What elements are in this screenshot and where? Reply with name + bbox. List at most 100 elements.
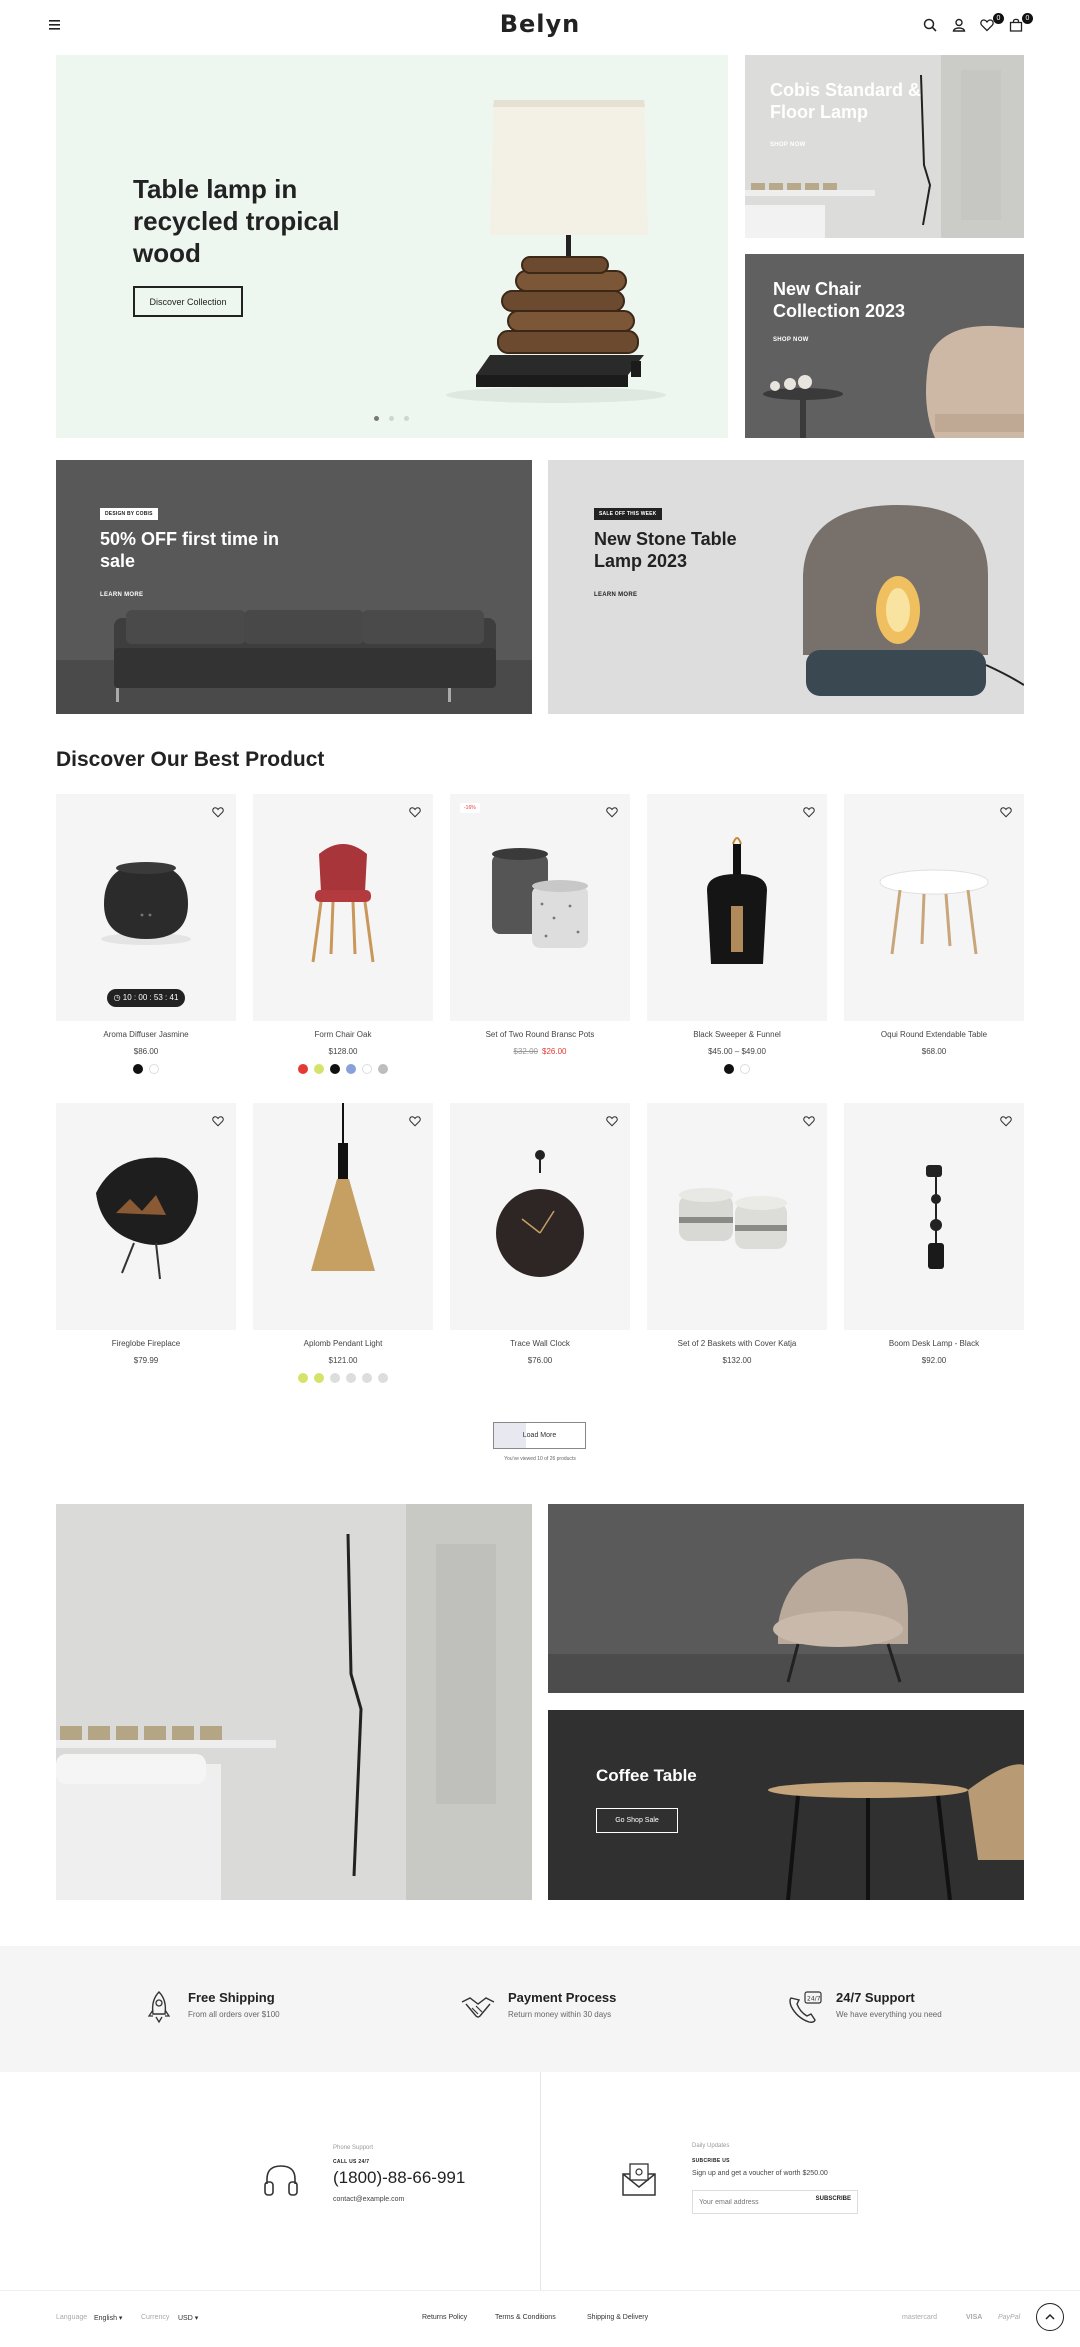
cart-icon[interactable]: 0 bbox=[1009, 13, 1033, 36]
sofa-image bbox=[56, 460, 532, 714]
product-card[interactable]: Aplomb Pendant Light $121.00 bbox=[253, 1103, 433, 1383]
product-card[interactable]: Oqui Round Extendable Table $68.00 bbox=[844, 794, 1024, 1056]
product-name[interactable]: Fireglobe Fireplace bbox=[56, 1339, 236, 1348]
promo-banner-stone-lamp[interactable]: SALE OFF THIS WEEK New Stone Table Lamp … bbox=[548, 460, 1024, 714]
product-price: $79.99 bbox=[133, 1356, 159, 1365]
color-swatch[interactable] bbox=[724, 1064, 734, 1074]
promo-title: New Stone Table Lamp 2023 bbox=[594, 529, 737, 571]
paypal-icon: PayPal bbox=[998, 2314, 1021, 2321]
product-name[interactable]: Aplomb Pendant Light bbox=[253, 1339, 433, 1348]
language-value: English bbox=[94, 2315, 117, 2322]
wishlist-icon[interactable]: 0 bbox=[980, 13, 1004, 36]
search-icon[interactable] bbox=[923, 18, 941, 36]
color-swatch[interactable] bbox=[346, 1064, 356, 1074]
color-swatch[interactable] bbox=[362, 1373, 372, 1383]
newsletter-email-input[interactable] bbox=[699, 2195, 809, 2209]
product-name[interactable]: Aroma Diffuser Jasmine bbox=[56, 1030, 236, 1039]
color-swatch[interactable] bbox=[330, 1064, 340, 1074]
site-logo[interactable]: Belyn bbox=[0, 10, 1080, 38]
color-swatch[interactable] bbox=[314, 1064, 324, 1074]
product-image[interactable] bbox=[844, 1103, 1024, 1330]
wishlist-heart-icon[interactable] bbox=[212, 806, 224, 818]
discover-collection-button[interactable]: Discover Collection bbox=[133, 286, 243, 317]
product-image[interactable] bbox=[450, 1103, 630, 1330]
slide-dot[interactable] bbox=[404, 416, 409, 421]
color-swatch[interactable] bbox=[346, 1373, 356, 1383]
color-swatch[interactable] bbox=[378, 1064, 388, 1074]
product-image[interactable] bbox=[253, 794, 433, 1021]
color-swatch[interactable] bbox=[149, 1064, 159, 1074]
wishlist-heart-icon[interactable] bbox=[212, 1115, 224, 1127]
contact-email[interactable]: contact@example.com bbox=[333, 2196, 404, 2203]
lookbook-floor-lamp[interactable] bbox=[56, 1504, 532, 1900]
color-swatch[interactable] bbox=[362, 1064, 372, 1074]
shop-now-link[interactable]: SHOP NOW bbox=[773, 337, 809, 343]
wishlist-heart-icon[interactable] bbox=[1000, 1115, 1012, 1127]
product-card[interactable]: Fireglobe Fireplace $79.99 bbox=[56, 1103, 236, 1365]
product-card[interactable]: Boom Desk Lamp - Black $92.00 bbox=[844, 1103, 1024, 1365]
product-card[interactable]: Form Chair Oak $128.00 bbox=[253, 794, 433, 1074]
phone-number[interactable]: (1800)-88-66-991 bbox=[333, 2168, 465, 2188]
product-image[interactable] bbox=[56, 1103, 236, 1330]
product-name[interactable]: Boom Desk Lamp - Black bbox=[844, 1339, 1024, 1348]
product-card[interactable]: Trace Wall Clock $76.00 bbox=[450, 1103, 630, 1365]
color-swatch[interactable] bbox=[330, 1373, 340, 1383]
color-swatch[interactable] bbox=[298, 1064, 308, 1074]
product-image[interactable] bbox=[253, 1103, 433, 1330]
product-card[interactable]: Set of 2 Baskets with Cover Katja $132.0… bbox=[647, 1103, 827, 1365]
go-shop-sale-button[interactable]: Go Shop Sale bbox=[596, 1808, 678, 1833]
footer-link-terms[interactable]: Terms & Conditions bbox=[495, 2314, 556, 2321]
subscribe-button[interactable]: SUBSCRIBE bbox=[816, 2196, 851, 2202]
footer-link-shipping[interactable]: Shipping & Delivery bbox=[587, 2314, 648, 2321]
color-swatch[interactable] bbox=[314, 1373, 324, 1383]
subscribe-text: Sign up and get a voucher of worth $250.… bbox=[692, 2170, 828, 2177]
account-icon[interactable] bbox=[952, 18, 970, 36]
product-card[interactable]: -16% Set of Two Round Bransc Pots $32.00… bbox=[450, 794, 630, 1056]
coffee-table-title: Coffee Table bbox=[596, 1766, 697, 1785]
product-image[interactable]: ◷ 10 : 00 : 53 : 41 bbox=[56, 794, 236, 1021]
side-banner-floor-lamp[interactable]: Cobis Standard & Floor Lamp SHOP NOW bbox=[745, 55, 1024, 238]
side-banner-chair[interactable]: New Chair Collection 2023 SHOP NOW bbox=[745, 254, 1024, 438]
chevron-up-icon bbox=[1045, 2313, 1055, 2320]
product-card[interactable]: ◷ 10 : 00 : 53 : 41 Aroma Diffuser Jasmi… bbox=[56, 794, 236, 1074]
learn-more-link[interactable]: LEARN MORE bbox=[100, 592, 143, 598]
product-image[interactable] bbox=[647, 794, 827, 1021]
product-name[interactable]: Black Sweeper & Funnel bbox=[647, 1030, 827, 1039]
living-room-image bbox=[56, 1504, 532, 1900]
handshake-icon bbox=[460, 1994, 496, 2022]
product-image[interactable] bbox=[647, 1103, 827, 1330]
back-to-top-button[interactable] bbox=[1036, 2303, 1064, 2331]
wishlist-heart-icon[interactable] bbox=[803, 806, 815, 818]
footer-link-returns[interactable]: Returns Policy bbox=[422, 2314, 467, 2321]
product-name[interactable]: Set of Two Round Bransc Pots bbox=[450, 1030, 630, 1039]
currency-select[interactable]: USD ▾ bbox=[178, 2314, 198, 2322]
product-name[interactable]: Oqui Round Extendable Table bbox=[844, 1030, 1024, 1039]
color-swatch[interactable] bbox=[298, 1373, 308, 1383]
product-card[interactable]: Black Sweeper & Funnel $45.00 – $49.00 bbox=[647, 794, 827, 1074]
language-select[interactable]: English ▾ bbox=[94, 2314, 122, 2322]
product-name[interactable]: Set of 2 Baskets with Cover Katja bbox=[647, 1339, 827, 1348]
wishlist-heart-icon[interactable] bbox=[606, 806, 618, 818]
product-image[interactable] bbox=[844, 794, 1024, 1021]
slide-dot[interactable] bbox=[374, 416, 379, 421]
learn-more-link[interactable]: LEARN MORE bbox=[594, 592, 637, 598]
mail-icon bbox=[620, 2160, 658, 2198]
product-name[interactable]: Trace Wall Clock bbox=[450, 1339, 630, 1348]
wishlist-heart-icon[interactable] bbox=[803, 1115, 815, 1127]
product-image[interactable]: -16% bbox=[450, 794, 630, 1021]
slide-dot[interactable] bbox=[389, 416, 394, 421]
load-more-button[interactable]: Load More bbox=[493, 1422, 586, 1449]
color-swatch[interactable] bbox=[133, 1064, 143, 1074]
countdown-timer: ◷ 10 : 00 : 53 : 41 bbox=[107, 989, 185, 1007]
lookbook-chair[interactable] bbox=[548, 1504, 1024, 1693]
color-swatch[interactable] bbox=[378, 1373, 388, 1383]
color-swatch[interactable] bbox=[740, 1064, 750, 1074]
wishlist-heart-icon[interactable] bbox=[606, 1115, 618, 1127]
promo-banner-sofa[interactable]: DESIGN BY COBIS 50% OFF first time in sa… bbox=[56, 460, 532, 714]
product-name[interactable]: Form Chair Oak bbox=[253, 1030, 433, 1039]
wishlist-heart-icon[interactable] bbox=[409, 1115, 421, 1127]
shop-now-link[interactable]: SHOP NOW bbox=[770, 142, 806, 148]
wishlist-heart-icon[interactable] bbox=[409, 806, 421, 818]
wishlist-heart-icon[interactable] bbox=[1000, 806, 1012, 818]
lookbook-coffee-table[interactable]: Coffee Table Go Shop Sale bbox=[548, 1710, 1024, 1900]
